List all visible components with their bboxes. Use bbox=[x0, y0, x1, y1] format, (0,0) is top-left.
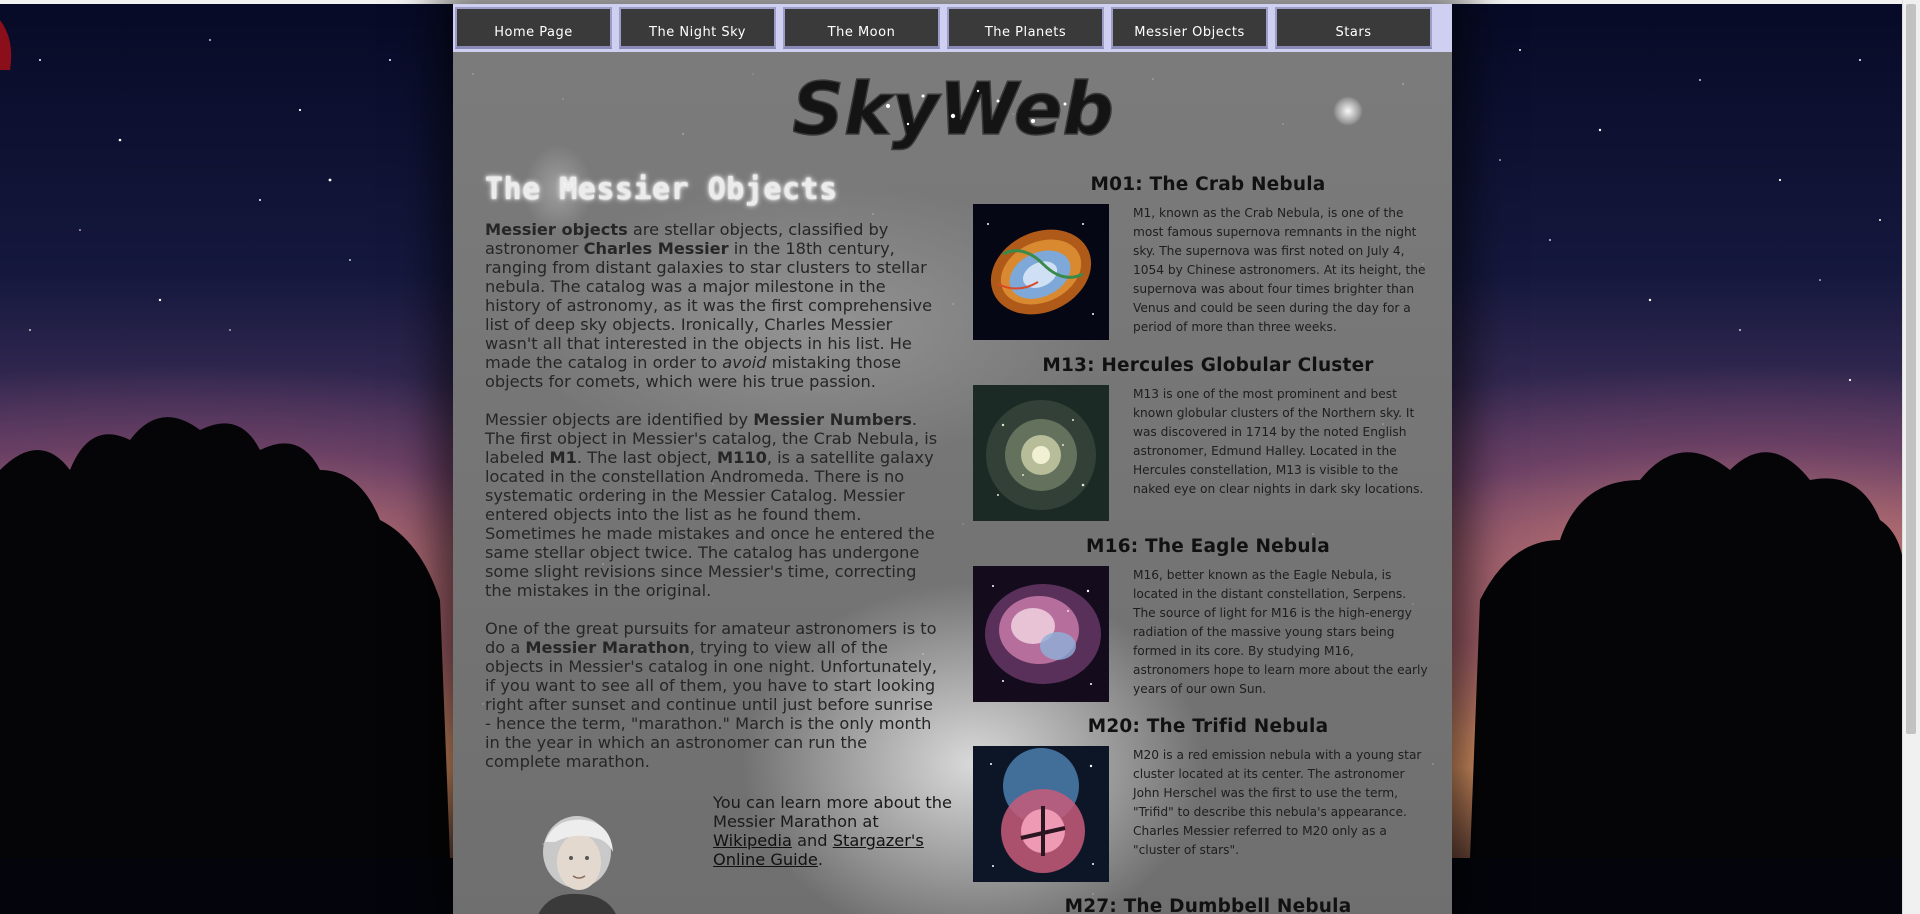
object-title: M13: Hercules Globular Cluster bbox=[1042, 355, 1374, 376]
object-description: M13 is one of the most prominent and bes… bbox=[1133, 387, 1424, 496]
crab-nebula-image[interactable] bbox=[973, 204, 1109, 340]
object-m13: M13: Hercules Globular Cluster M13 is on… bbox=[973, 355, 1443, 521]
trifid-nebula-image[interactable] bbox=[973, 746, 1109, 882]
emphasis-avoid: avoid bbox=[722, 353, 767, 372]
text-span: Messier objects are identified by bbox=[485, 410, 754, 429]
nav-messier-objects[interactable]: Messier Objects bbox=[1111, 7, 1268, 49]
term-charles-messier: Charles Messier bbox=[583, 239, 729, 258]
nav-home[interactable]: Home Page bbox=[455, 7, 612, 49]
term-messier-numbers: Messier Numbers bbox=[753, 410, 912, 429]
site-logo[interactable]: SkyWeb bbox=[791, 66, 1114, 156]
main-nav: Home Page The Night Sky The Moon The Pla… bbox=[453, 4, 1452, 52]
object-title: M27: The Dumbbell Nebula bbox=[1064, 896, 1352, 914]
object-description: M16, better known as the Eagle Nebula, i… bbox=[1133, 568, 1428, 696]
text-span: . bbox=[817, 850, 824, 869]
term-m1: M1 bbox=[549, 448, 577, 467]
term-messier-marathon: Messier Marathon bbox=[525, 638, 690, 657]
object-title: M01: The Crab Nebula bbox=[1090, 174, 1326, 195]
intro-paragraph-3: One of the great pursuits for amateur as… bbox=[485, 619, 940, 771]
object-m01: M01: The Crab Nebula M1, known as the Cr… bbox=[973, 174, 1443, 340]
text-span: , trying to view all of the objects in M… bbox=[485, 638, 937, 771]
intro-text: Messier objects are stellar objects, cla… bbox=[485, 220, 940, 790]
nav-night-sky[interactable]: The Night Sky bbox=[619, 7, 776, 49]
scrollbar-thumb[interactable] bbox=[1906, 4, 1916, 734]
term-messier-objects: Messier objects bbox=[485, 220, 628, 239]
text-span: and bbox=[791, 831, 833, 850]
text-span: , is a satellite galaxy located in the c… bbox=[485, 448, 935, 600]
object-title: M16: The Eagle Nebula bbox=[1086, 536, 1330, 557]
page-title: The Messier Objects bbox=[485, 172, 838, 207]
nav-planets[interactable]: The Planets bbox=[947, 7, 1104, 49]
intro-paragraph-2: Messier objects are identified by Messie… bbox=[485, 410, 940, 600]
text-span: You can learn more about the Messier Mar… bbox=[713, 793, 952, 831]
intro-paragraph-1: Messier objects are stellar objects, cla… bbox=[485, 220, 940, 391]
nav-moon[interactable]: The Moon bbox=[783, 7, 940, 49]
moon-glow bbox=[1333, 96, 1363, 126]
main-content: Home Page The Night Sky The Moon The Pla… bbox=[453, 4, 1452, 914]
hercules-cluster-image[interactable] bbox=[973, 385, 1109, 521]
object-description: M20 is a red emission nebula with a youn… bbox=[1133, 748, 1422, 857]
nav-stars[interactable]: Stars bbox=[1275, 7, 1432, 49]
object-description: M1, known as the Crab Nebula, is one of … bbox=[1133, 206, 1426, 334]
object-title: M20: The Trifid Nebula bbox=[1087, 716, 1329, 737]
learn-more-text: You can learn more about the Messier Mar… bbox=[713, 793, 953, 869]
text-span: . The last object, bbox=[576, 448, 717, 467]
object-m27: M27: The Dumbbell Nebula bbox=[973, 896, 1443, 914]
object-m20: M20: The Trifid Nebula M20 is a red emis… bbox=[973, 716, 1443, 882]
vertical-scrollbar[interactable] bbox=[1902, 0, 1920, 914]
logo-graphic: SkyWeb bbox=[791, 66, 1114, 152]
logo-text: SkyWeb bbox=[793, 67, 1113, 151]
term-m110: M110 bbox=[716, 448, 767, 467]
messier-portrait bbox=[538, 816, 616, 914]
object-m16: M16: The Eagle Nebula M16, better known … bbox=[973, 536, 1443, 702]
eagle-nebula-image[interactable] bbox=[973, 566, 1109, 702]
wikipedia-link[interactable]: Wikipedia bbox=[713, 831, 792, 850]
